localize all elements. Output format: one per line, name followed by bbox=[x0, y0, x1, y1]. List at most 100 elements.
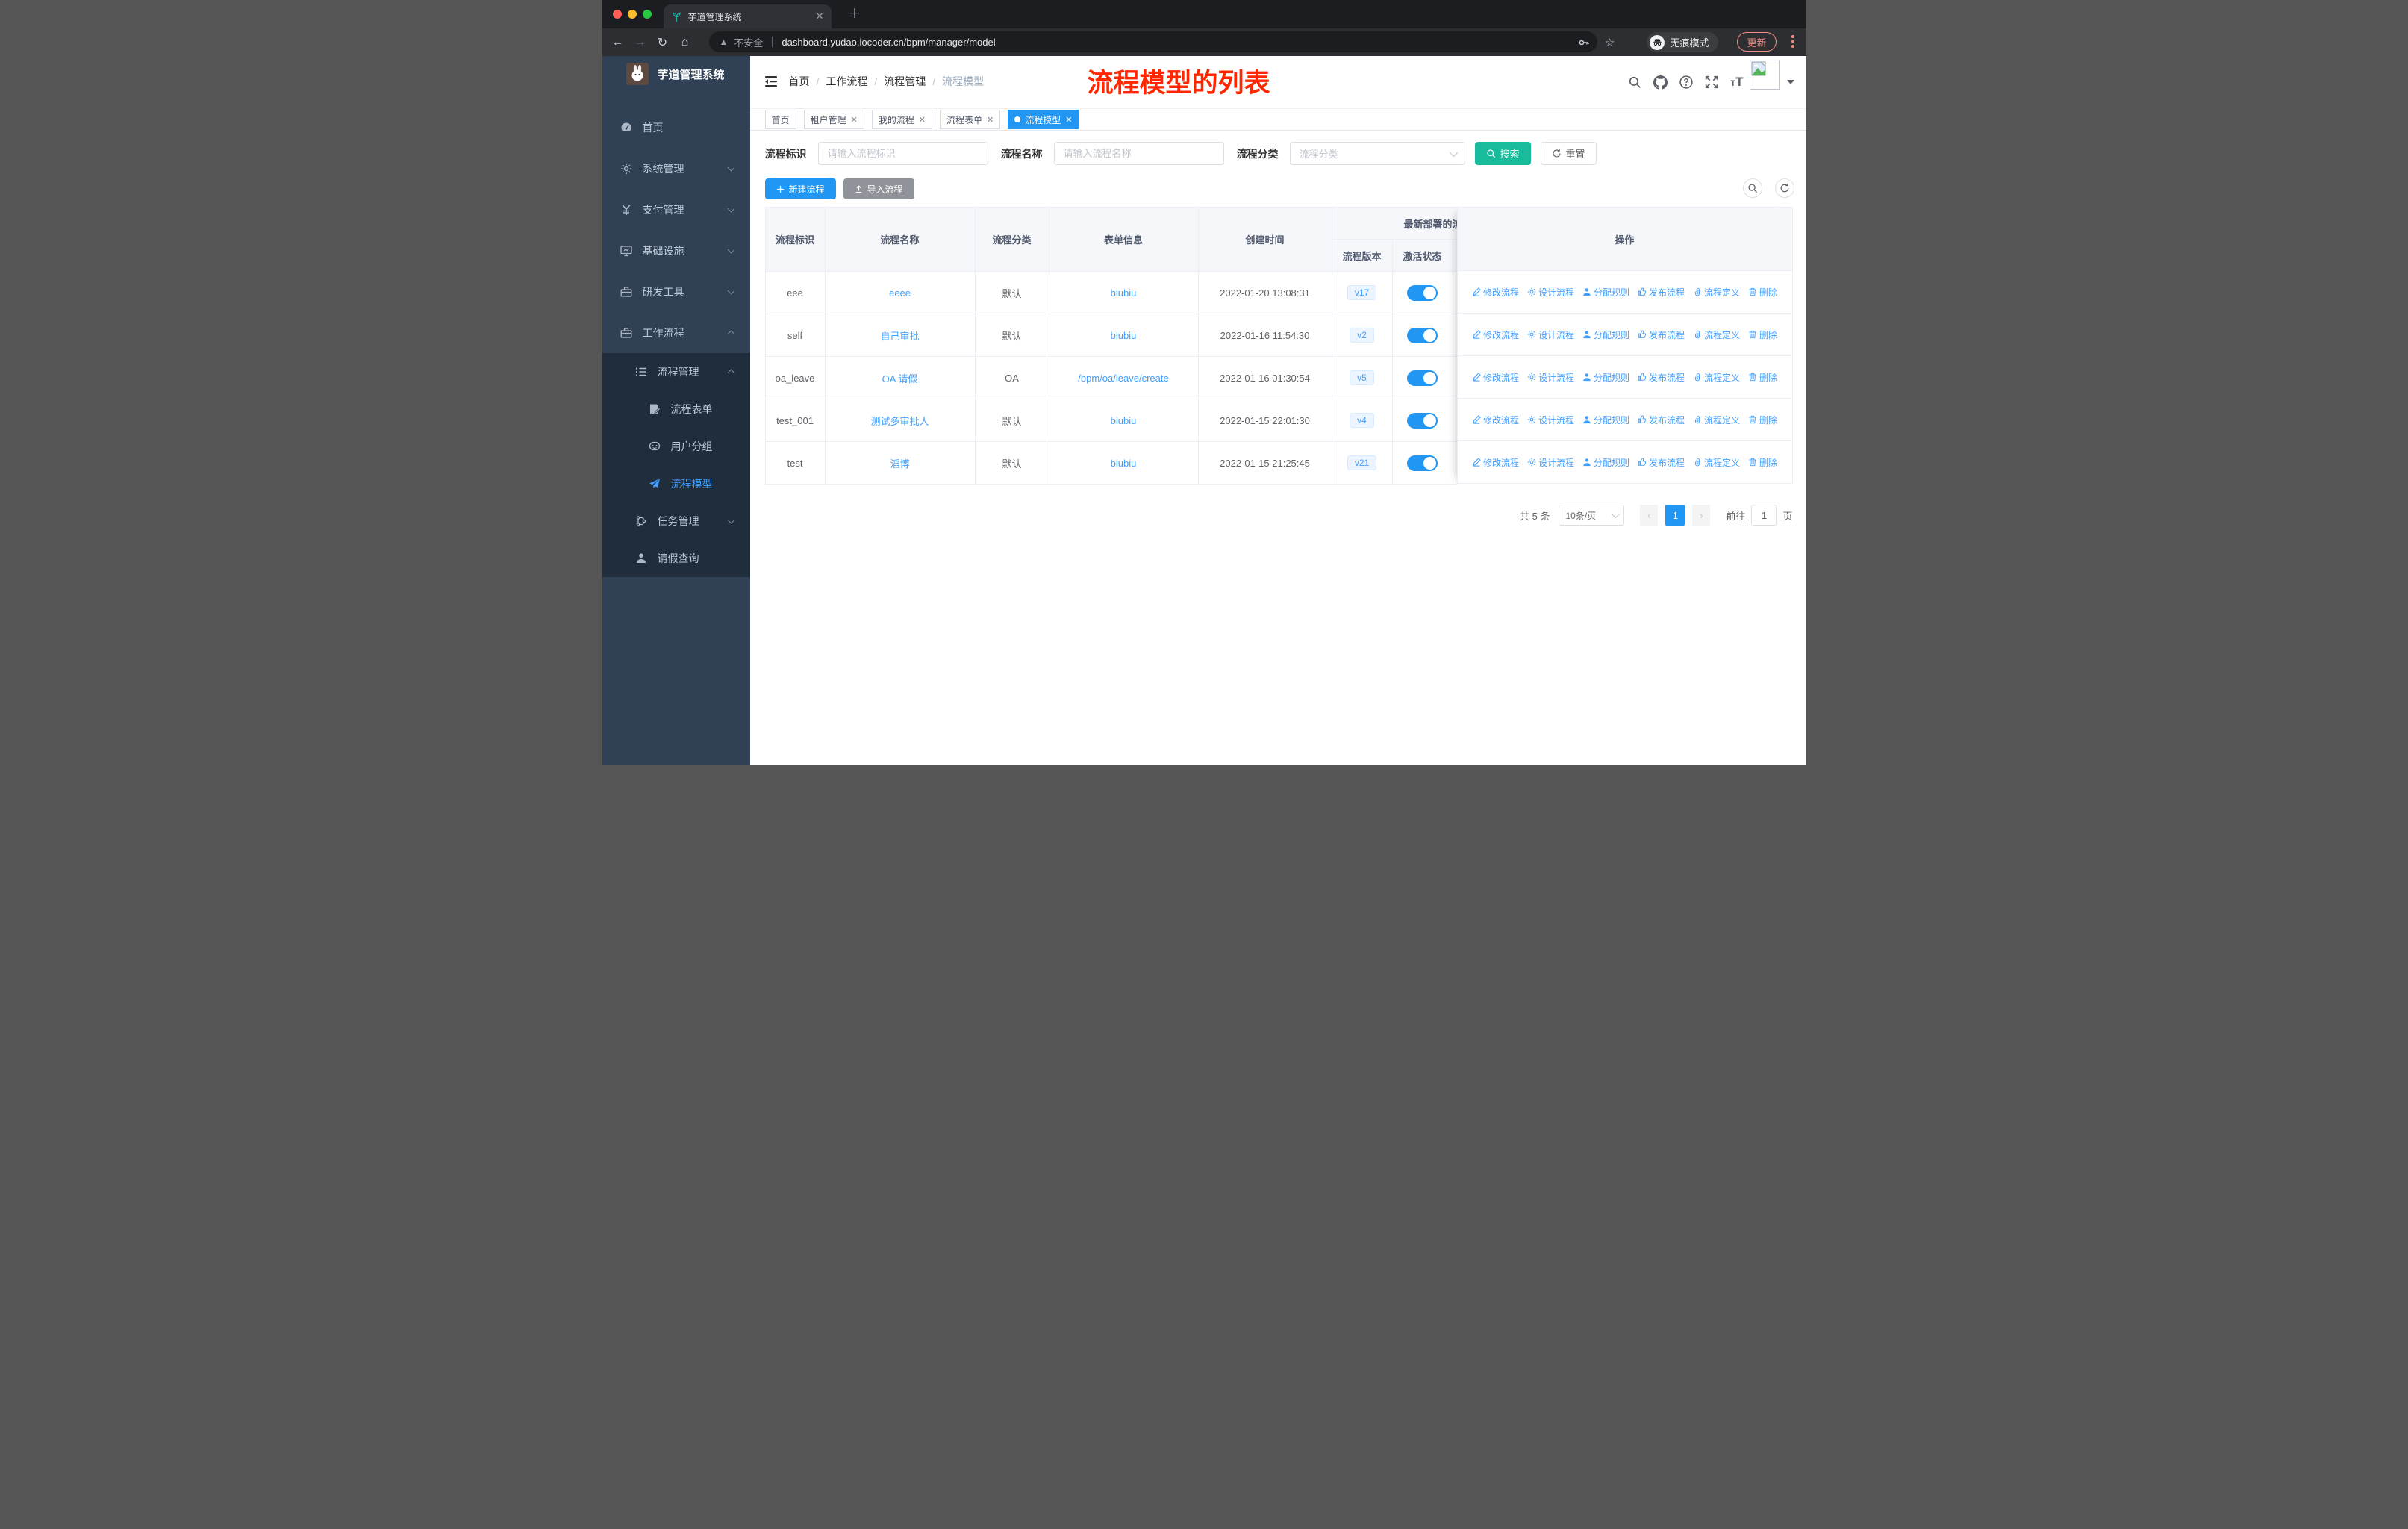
tag-close-icon[interactable]: ✕ bbox=[919, 115, 926, 125]
delete-link[interactable]: 删除 bbox=[1748, 456, 1777, 469]
create-process-button[interactable]: 新建流程 bbox=[764, 178, 836, 199]
process-name-input[interactable] bbox=[1053, 142, 1224, 165]
sidebar-toggle-icon[interactable] bbox=[764, 74, 779, 89]
process-definition-link[interactable]: 流程定义 bbox=[1693, 286, 1740, 299]
tag-process-model[interactable]: 流程模型 ✕ bbox=[1008, 110, 1079, 129]
process-name-link[interactable]: 测试多审批人 bbox=[870, 416, 929, 427]
url-text[interactable]: dashboard.yudao.iocoder.cn/bpm/manager/m… bbox=[782, 37, 995, 48]
search-button[interactable]: 搜索 bbox=[1474, 142, 1531, 165]
modify-process-link[interactable]: 修改流程 bbox=[1472, 328, 1519, 341]
breadcrumb-workflow[interactable]: 工作流程 bbox=[826, 74, 867, 89]
process-name-link[interactable]: eeee bbox=[889, 287, 911, 299]
active-toggle[interactable] bbox=[1407, 284, 1438, 301]
url-bar[interactable]: ▲ 不安全 dashboard.yudao.iocoder.cn/bpm/man… bbox=[708, 31, 1597, 52]
bookmark-star-icon[interactable]: ☆ bbox=[1605, 36, 1615, 49]
process-definition-link[interactable]: 流程定义 bbox=[1693, 456, 1740, 469]
window-controls[interactable] bbox=[612, 10, 652, 19]
sidebar-item-payment[interactable]: 支付管理 bbox=[602, 189, 750, 230]
process-key-input[interactable] bbox=[817, 142, 988, 165]
process-definition-link[interactable]: 流程定义 bbox=[1693, 328, 1740, 341]
maximize-window-button[interactable] bbox=[642, 10, 652, 19]
forward-icon[interactable]: → bbox=[629, 36, 652, 49]
tag-close-icon[interactable]: ✕ bbox=[987, 115, 994, 125]
modify-process-link[interactable]: 修改流程 bbox=[1472, 286, 1519, 299]
back-icon[interactable]: ← bbox=[607, 36, 629, 49]
github-icon[interactable] bbox=[1653, 75, 1668, 90]
sidebar-item-home[interactable]: 首页 bbox=[602, 107, 750, 148]
delete-link[interactable]: 删除 bbox=[1748, 371, 1777, 384]
design-process-link[interactable]: 设计流程 bbox=[1527, 328, 1574, 341]
publish-process-link[interactable]: 发布流程 bbox=[1638, 456, 1685, 469]
assign-rule-link[interactable]: 分配规则 bbox=[1582, 286, 1629, 299]
next-page-button[interactable]: › bbox=[1692, 505, 1711, 526]
browser-menu-icon[interactable] bbox=[1791, 35, 1794, 48]
design-process-link[interactable]: 设计流程 bbox=[1527, 286, 1574, 299]
page-1-button[interactable]: 1 bbox=[1665, 505, 1685, 526]
avatar[interactable] bbox=[1749, 60, 1780, 90]
process-name-link[interactable]: OA 请假 bbox=[882, 373, 918, 384]
tab-close-icon[interactable]: ✕ bbox=[816, 10, 824, 22]
form-info-link[interactable]: biubiu bbox=[1111, 415, 1137, 426]
active-toggle[interactable] bbox=[1407, 412, 1438, 429]
home-icon[interactable]: ⌂ bbox=[674, 36, 696, 49]
publish-process-link[interactable]: 发布流程 bbox=[1638, 371, 1685, 384]
category-select[interactable]: 流程分类 bbox=[1289, 142, 1465, 165]
sidebar-item-infra[interactable]: 基础设施 bbox=[602, 230, 750, 271]
modify-process-link[interactable]: 修改流程 bbox=[1472, 456, 1519, 469]
avatar-caret-icon[interactable] bbox=[1786, 80, 1794, 84]
page-size-select[interactable]: 10条/页 bbox=[1559, 505, 1625, 526]
design-process-link[interactable]: 设计流程 bbox=[1527, 414, 1574, 426]
modify-process-link[interactable]: 修改流程 bbox=[1472, 414, 1519, 426]
sidebar-item-process-form[interactable]: 流程表单 bbox=[602, 390, 750, 428]
help-icon[interactable] bbox=[1679, 75, 1693, 89]
refresh-table-button[interactable] bbox=[1774, 178, 1794, 198]
active-toggle[interactable] bbox=[1407, 455, 1438, 471]
form-info-link[interactable]: biubiu bbox=[1111, 458, 1137, 469]
assign-rule-link[interactable]: 分配规则 bbox=[1582, 456, 1629, 469]
assign-rule-link[interactable]: 分配规则 bbox=[1582, 414, 1629, 426]
tag-tenant[interactable]: 租户管理 ✕ bbox=[803, 110, 864, 129]
sidebar-item-leave-query[interactable]: 请假查询 bbox=[602, 540, 750, 577]
publish-process-link[interactable]: 发布流程 bbox=[1638, 286, 1685, 299]
fullscreen-icon[interactable] bbox=[1705, 75, 1718, 89]
delete-link[interactable]: 删除 bbox=[1748, 328, 1777, 341]
breadcrumb-home[interactable]: 首页 bbox=[789, 74, 810, 89]
publish-process-link[interactable]: 发布流程 bbox=[1638, 328, 1685, 341]
active-toggle[interactable] bbox=[1407, 327, 1438, 343]
process-name-link[interactable]: 自己审批 bbox=[880, 331, 919, 342]
font-size-icon[interactable]: TT bbox=[1730, 75, 1743, 90]
form-info-link[interactable]: biubiu bbox=[1111, 287, 1137, 299]
process-name-link[interactable]: 滔博 bbox=[890, 458, 909, 470]
publish-process-link[interactable]: 发布流程 bbox=[1638, 414, 1685, 426]
prev-page-button[interactable]: ‹ bbox=[1640, 505, 1659, 526]
delete-link[interactable]: 删除 bbox=[1748, 414, 1777, 426]
tag-process-form[interactable]: 流程表单 ✕ bbox=[939, 110, 1001, 129]
process-definition-link[interactable]: 流程定义 bbox=[1693, 371, 1740, 384]
sidebar-logo[interactable]: 芋道管理系统 bbox=[602, 56, 750, 92]
password-key-icon[interactable] bbox=[1578, 37, 1590, 49]
tag-close-icon[interactable]: ✕ bbox=[1065, 115, 1072, 125]
browser-tab[interactable]: 芋道管理系统 ✕ bbox=[663, 4, 832, 28]
reset-button[interactable]: 重置 bbox=[1540, 142, 1597, 165]
modify-process-link[interactable]: 修改流程 bbox=[1472, 371, 1519, 384]
minimize-window-button[interactable] bbox=[627, 10, 637, 19]
search-icon[interactable] bbox=[1628, 75, 1641, 89]
assign-rule-link[interactable]: 分配规则 bbox=[1582, 328, 1629, 341]
form-info-link[interactable]: /bpm/oa/leave/create bbox=[1078, 373, 1168, 384]
tag-my-process[interactable]: 我的流程 ✕ bbox=[871, 110, 932, 129]
close-window-button[interactable] bbox=[612, 10, 622, 19]
new-tab-button[interactable]: ＋ bbox=[849, 7, 861, 21]
goto-page-input[interactable] bbox=[1751, 505, 1777, 526]
sidebar-item-process-mgmt[interactable]: 流程管理 bbox=[602, 353, 750, 390]
sidebar-item-user-group[interactable]: 用户分组 bbox=[602, 428, 750, 465]
sidebar-item-task-mgmt[interactable]: 任务管理 bbox=[602, 502, 750, 540]
import-process-button[interactable]: 导入流程 bbox=[843, 178, 914, 199]
form-info-link[interactable]: biubiu bbox=[1111, 330, 1137, 341]
tag-home[interactable]: 首页 bbox=[764, 110, 796, 129]
active-toggle[interactable] bbox=[1407, 370, 1438, 386]
assign-rule-link[interactable]: 分配规则 bbox=[1582, 371, 1629, 384]
toggle-search-button[interactable] bbox=[1742, 178, 1762, 198]
reload-icon[interactable]: ↻ bbox=[652, 35, 674, 50]
sidebar-item-devtools[interactable]: 研发工具 bbox=[602, 271, 750, 312]
browser-update-button[interactable]: 更新 bbox=[1737, 32, 1777, 52]
